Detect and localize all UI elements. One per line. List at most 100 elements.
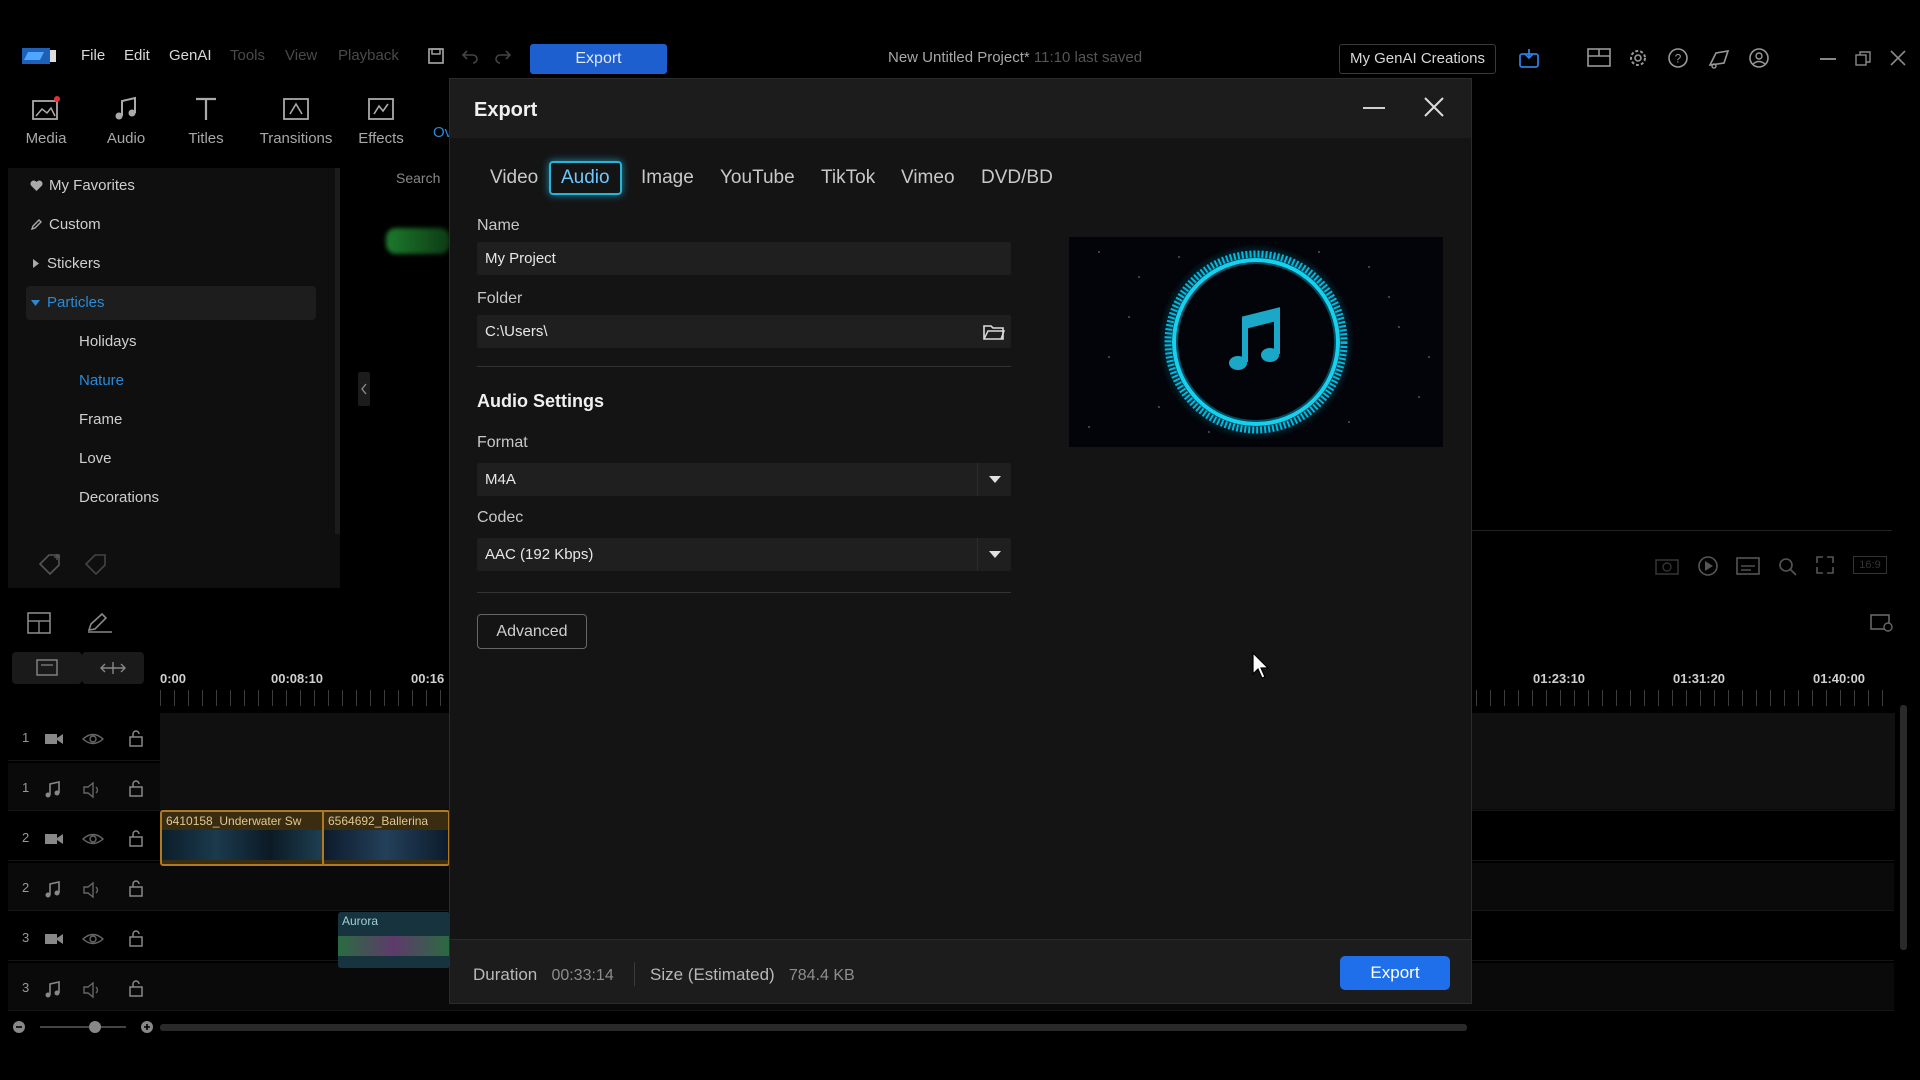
collapse-panel-button[interactable]	[358, 372, 370, 406]
menu-edit[interactable]: Edit	[124, 47, 150, 64]
menu-genai[interactable]: GenAI	[169, 47, 212, 64]
tab-dvd-bd[interactable]: DVD/BD	[981, 167, 1053, 189]
zoom-slider-track[interactable]	[40, 1026, 126, 1028]
menu-file[interactable]: File	[81, 47, 105, 64]
settings-gear-icon[interactable]	[1627, 47, 1649, 69]
timeline-settings-icon[interactable]	[1870, 612, 1894, 634]
format-dropdown[interactable]: M4A	[477, 463, 1011, 496]
advanced-button[interactable]: Advanced	[477, 614, 587, 649]
zoom-preview-icon[interactable]	[1776, 555, 1798, 577]
volume-icon[interactable]	[82, 881, 104, 899]
export-button[interactable]: Export	[1340, 956, 1450, 990]
library-item-favorites[interactable]: My Favorites	[30, 177, 135, 194]
timeline-vertical-scrollbar[interactable]	[1900, 705, 1907, 950]
window-minimize-icon[interactable]	[1820, 58, 1836, 60]
tool-media[interactable]: Media	[10, 94, 82, 147]
add-tag-icon[interactable]	[37, 552, 65, 576]
fullscreen-icon[interactable]	[1815, 555, 1835, 575]
timeline-horizontal-scrollbar[interactable]	[160, 1024, 1467, 1031]
library-item-custom[interactable]: Custom	[30, 216, 101, 233]
visibility-eye-icon[interactable]	[82, 731, 104, 747]
my-genai-creations-button[interactable]: My GenAI Creations	[1339, 44, 1496, 74]
library-search-partial[interactable]: Search	[396, 170, 440, 186]
menu-tools[interactable]: Tools	[230, 47, 265, 64]
window-close-icon[interactable]	[1890, 50, 1906, 66]
top-bar	[0, 0, 1920, 82]
undo-icon[interactable]	[461, 47, 479, 65]
track-number: 2	[22, 880, 30, 895]
window-restore-icon[interactable]	[1855, 51, 1871, 67]
play-record-icon[interactable]	[1697, 555, 1719, 577]
name-input[interactable]: My Project	[477, 242, 1011, 275]
top-export-button[interactable]: Export	[530, 44, 667, 74]
aspect-ratio-button[interactable]: 16:9	[1853, 556, 1887, 574]
volume-icon[interactable]	[82, 781, 104, 799]
tool-titles-label: Titles	[188, 130, 224, 147]
menu-view[interactable]: View	[285, 47, 317, 64]
mouse-cursor-icon	[1252, 652, 1270, 680]
zoom-in-icon[interactable]	[140, 1020, 154, 1034]
overlay-clip-aurora[interactable]: Aurora	[338, 912, 450, 968]
tool-effects[interactable]: Effects	[345, 94, 417, 147]
library-item-particles[interactable]: Particles	[30, 294, 105, 311]
layout-icon[interactable]	[1587, 47, 1611, 69]
chevron-down-icon[interactable]	[977, 538, 1011, 571]
tab-image[interactable]: Image	[641, 167, 694, 189]
visibility-eye-icon[interactable]	[82, 831, 104, 847]
track-manager-button[interactable]	[12, 652, 82, 684]
codec-dropdown[interactable]: AAC (192 Kbps)	[477, 538, 1011, 571]
lock-icon[interactable]	[127, 929, 145, 947]
lock-icon[interactable]	[127, 729, 145, 747]
tab-audio[interactable]: Audio	[549, 161, 622, 195]
video-clip-underwater[interactable]: 6410158_Underwater Sw	[160, 810, 326, 866]
edit-pen-icon[interactable]	[86, 612, 114, 634]
preview-scrubber[interactable]	[1472, 530, 1892, 531]
folder-input[interactable]: C:\Users\	[477, 315, 1011, 348]
tool-transitions[interactable]: Transitions	[256, 94, 336, 147]
notifications-icon[interactable]	[1707, 47, 1731, 69]
library-subitem-decorations[interactable]: Decorations	[79, 489, 159, 506]
dialog-minimize-icon[interactable]	[1363, 107, 1385, 109]
size-label: Size (Estimated)	[650, 965, 775, 984]
browse-folder-icon[interactable]	[983, 323, 1005, 341]
lock-icon[interactable]	[127, 979, 145, 997]
library-item-stickers[interactable]: Stickers	[30, 255, 100, 272]
volume-icon[interactable]	[82, 981, 104, 999]
tool-titles[interactable]: Titles	[170, 94, 242, 147]
ai-tools-icon[interactable]	[1518, 47, 1540, 69]
audio-track-note-icon	[44, 781, 62, 799]
dialog-close-icon[interactable]	[1423, 96, 1445, 118]
lock-icon[interactable]	[127, 879, 145, 897]
tool-audio[interactable]: Audio	[90, 94, 162, 147]
library-subitem-frame[interactable]: Frame	[79, 411, 122, 428]
subtitles-icon[interactable]	[1736, 556, 1760, 576]
tab-tiktok[interactable]: TikTok	[821, 167, 875, 189]
video-clip-ballerina[interactable]: 6564692_Ballerina	[322, 810, 450, 866]
fit-timeline-button[interactable]	[82, 652, 144, 684]
help-icon[interactable]: ?	[1667, 47, 1689, 69]
timeline-toolbar-icon[interactable]	[26, 611, 52, 635]
particle-thumbnail-partial[interactable]	[386, 228, 450, 254]
remove-tag-icon[interactable]	[83, 552, 111, 576]
lock-icon[interactable]	[127, 779, 145, 797]
video-track-camera-icon	[44, 732, 64, 746]
menu-playback[interactable]: Playback	[338, 47, 399, 64]
tab-video[interactable]: Video	[490, 167, 538, 189]
redo-icon[interactable]	[494, 47, 512, 65]
ruler-label-4: 01:31:20	[1673, 671, 1726, 686]
tab-youtube[interactable]: YouTube	[720, 167, 795, 189]
ruler-label-2: 00:16	[411, 671, 445, 686]
lock-icon[interactable]	[127, 829, 145, 847]
library-subitem-nature[interactable]: Nature	[79, 372, 124, 389]
library-subitem-holidays[interactable]: Holidays	[79, 333, 137, 350]
zoom-slider-thumb[interactable]	[89, 1021, 101, 1033]
zoom-out-icon[interactable]	[12, 1020, 26, 1034]
library-scrollbar[interactable]	[335, 168, 340, 534]
tab-vimeo[interactable]: Vimeo	[901, 167, 955, 189]
library-subitem-love[interactable]: Love	[79, 450, 112, 467]
visibility-eye-icon[interactable]	[82, 931, 104, 947]
chevron-down-icon[interactable]	[977, 463, 1011, 496]
account-icon[interactable]	[1748, 47, 1770, 69]
snapshot-camera-icon[interactable]	[1655, 555, 1679, 575]
save-icon[interactable]	[427, 47, 445, 65]
